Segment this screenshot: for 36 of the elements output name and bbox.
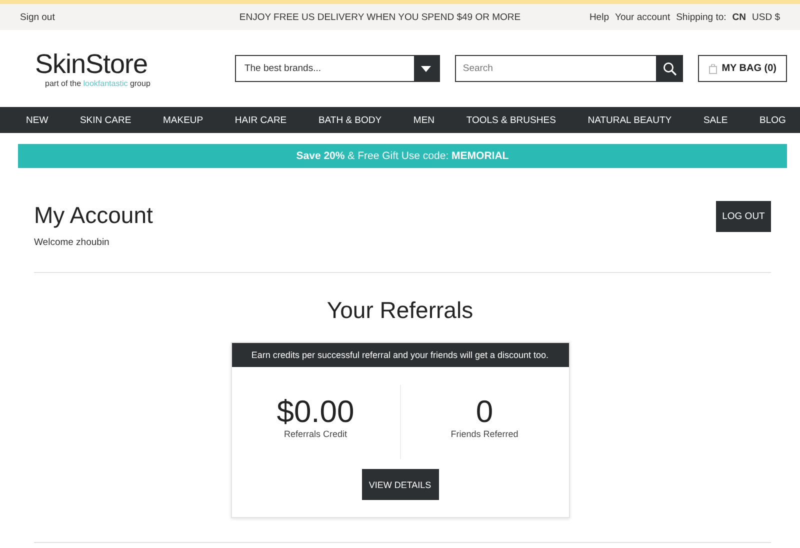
sign-out-link[interactable]: Sign out <box>20 12 170 22</box>
nav-item[interactable]: SKIN CARE <box>80 114 132 126</box>
search-button[interactable] <box>656 55 684 82</box>
nav-item[interactable]: NEW <box>26 114 48 126</box>
nav-item[interactable]: MEN <box>413 114 435 126</box>
section-title: Your Referrals <box>326 297 474 325</box>
page-title: My Account <box>34 202 153 229</box>
shipping-label: Shipping to: <box>676 12 726 22</box>
currency-link[interactable]: USD $ <box>752 12 780 22</box>
brand-select[interactable]: The best brands... <box>235 55 440 82</box>
stat-value: $0.00 <box>276 395 354 429</box>
stat-label: Friends Referred <box>450 429 518 439</box>
shipping-country[interactable]: CN <box>732 12 746 22</box>
stat-label: Referrals Credit <box>284 429 348 439</box>
search-field[interactable]: Search <box>454 55 656 82</box>
nav-item[interactable]: BATH & BODY <box>318 114 382 126</box>
top-link[interactable]: Help <box>589 12 609 22</box>
welcome-text: Welcome zhoubin <box>34 237 110 248</box>
bag-icon <box>708 64 717 74</box>
caret-icon <box>421 66 432 72</box>
nav-item[interactable]: BLOG <box>760 114 786 126</box>
stat-value: 0 <box>476 395 494 429</box>
nav-item[interactable]: NATURAL BEAUTY <box>588 114 672 126</box>
nav-item[interactable]: MAKEUP <box>162 114 204 126</box>
search-icon <box>662 62 677 76</box>
view-details-button[interactable]: VIEW DETAILS <box>362 469 438 500</box>
nav-item[interactable]: SALE <box>703 114 728 126</box>
nav-item[interactable]: TOOLS & BRUSHES <box>466 114 556 126</box>
referral-banner: Earn credits per successful referral and your friends will get a discount too. <box>232 343 568 367</box>
delivery-message: ENJOY FREE US DELIVERY WHEN YOU SPEND $49 OR MORE <box>238 12 522 22</box>
logo[interactable]: SkinStore <box>35 49 236 79</box>
top-link[interactable]: Your account <box>614 12 670 22</box>
bag-button[interactable]: MY BAG (0) <box>698 55 787 82</box>
logout-button[interactable]: LOG OUT <box>716 201 771 232</box>
nav-item[interactable]: HAIR CARE <box>234 114 287 126</box>
logo-tagline: part of the lookfantastic group <box>45 79 152 88</box>
